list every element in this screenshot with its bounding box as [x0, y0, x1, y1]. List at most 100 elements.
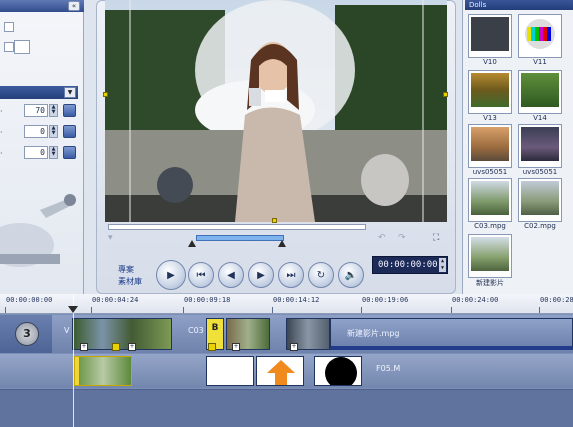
ruler-label: 00:00:04:24	[92, 296, 139, 304]
thumb-label: C02.mpg	[524, 222, 556, 230]
nature-clip-icon	[521, 73, 559, 107]
next-frame-button[interactable]: ▶	[248, 262, 274, 288]
outdoor-clip-icon	[471, 181, 509, 215]
play-button[interactable]: ▶	[156, 260, 186, 290]
option-checkbox-2[interactable]	[4, 42, 14, 52]
trim-end-handle[interactable]	[278, 240, 286, 247]
thumb-label: V10	[483, 58, 497, 66]
trim-start-handle[interactable]	[188, 240, 196, 247]
clip-separator-icon[interactable]: +	[290, 343, 298, 351]
options-dropdown-bar[interactable]: ▼	[0, 86, 78, 99]
project-mode-label[interactable]: 專案	[118, 264, 134, 275]
preview-frame	[105, 0, 447, 222]
nature-clip-icon	[471, 73, 509, 107]
numeric-row-3: · 0 ▲ ▼	[0, 146, 84, 160]
time-ruler[interactable]: 00:00:00:00 00:00:04:24 00:00:09:18 00:0…	[0, 294, 573, 314]
numeric-row-2: · 0 ▲ ▼	[0, 125, 84, 139]
preview-video	[105, 0, 447, 222]
ruler-label: 00:00:24:00	[452, 296, 499, 304]
timecode-spinner[interactable]: ▲ ▼	[439, 258, 446, 272]
thumb-label: V11	[533, 58, 547, 66]
end-button[interactable]: ⏭	[278, 262, 304, 288]
collapse-button[interactable]: «	[68, 1, 80, 11]
library-thumb-c03[interactable]	[468, 178, 512, 222]
clip-separator-icon[interactable]: +	[80, 343, 88, 351]
redo-icon[interactable]: ↷	[398, 233, 406, 243]
library-thumb-new-movie[interactable]	[468, 234, 512, 278]
repeat-button[interactable]: ↻	[308, 262, 334, 288]
apply-button-2[interactable]	[63, 125, 76, 138]
film-reel-icon[interactable]: 3	[15, 322, 39, 346]
crop-handle-bottom[interactable]	[272, 218, 277, 223]
color-bars-icon	[525, 19, 555, 49]
overlay-clip-1[interactable]	[74, 356, 132, 386]
outdoor-clip-icon	[521, 181, 559, 215]
overlay-clip-mask[interactable]	[314, 356, 362, 386]
video-track: 3 V + + C03 B + + 新建影片.mpg	[0, 315, 573, 353]
ruler-tick	[539, 307, 540, 313]
library-thumb-c02[interactable]	[518, 178, 562, 222]
ruler-tick	[5, 307, 6, 313]
overlay-clip-arrow[interactable]	[256, 356, 304, 386]
playhead[interactable]	[73, 294, 74, 427]
numeric-input-2[interactable]: 0	[24, 125, 48, 138]
video-clip-new-movie[interactable]: 新建影片.mpg	[330, 318, 573, 350]
row-marker: ·	[0, 107, 3, 116]
previous-frame-button[interactable]: ◀	[218, 262, 244, 288]
library-thumb-v11[interactable]	[518, 14, 562, 58]
blank-frame-icon	[471, 17, 509, 51]
spinner-3[interactable]: ▲ ▼	[49, 146, 58, 159]
apply-button-1[interactable]	[63, 104, 76, 117]
volume-button[interactable]: 🔈	[338, 262, 364, 288]
clip-label-c03: C03	[188, 326, 204, 335]
option-field[interactable]	[14, 40, 30, 54]
trim-range[interactable]	[196, 235, 284, 241]
library-thumb-uvs05051-a[interactable]	[468, 124, 512, 168]
children-clip-icon	[471, 127, 509, 161]
ruler-label: 00:00:19:06	[362, 296, 409, 304]
thumb-label: uvs05051	[522, 168, 558, 176]
library-thumb-v13[interactable]	[468, 70, 512, 114]
spinner-2[interactable]: ▲ ▼	[49, 125, 58, 138]
crop-handle-left[interactable]	[103, 92, 108, 97]
spinner-1[interactable]: ▲ ▼	[49, 104, 58, 117]
fx-marker[interactable]	[208, 343, 216, 351]
timecode-display[interactable]: 00:00:00:00 ▲ ▼	[372, 256, 448, 274]
crop-handle-right[interactable]	[443, 92, 448, 97]
pin-icon[interactable]: ▾	[108, 233, 113, 243]
home-button[interactable]: ⏮	[188, 262, 214, 288]
library-thumb-v10[interactable]	[468, 14, 512, 58]
chevron-down-icon[interactable]: ▼	[64, 87, 76, 98]
clip-mode-label[interactable]: 素材庫	[118, 276, 142, 287]
numeric-row-1: · 70 ▲ ▼	[0, 104, 84, 118]
ruler-label: 00:00:14:12	[273, 296, 320, 304]
library-thumb-uvs05051-b[interactable]	[518, 124, 562, 168]
previous-frame-icon: ◀	[227, 269, 235, 281]
preview-progress-bar[interactable]	[108, 224, 366, 230]
overlay-clip-label: F05.M	[376, 364, 401, 373]
fx-marker[interactable]	[112, 343, 120, 351]
option-checkbox-1[interactable]	[4, 22, 14, 32]
numeric-input-1[interactable]: 70	[24, 104, 48, 117]
fullscreen-icon[interactable]: ⛶	[433, 233, 439, 243]
row-marker: ·	[0, 128, 3, 137]
children-clip-icon	[521, 127, 559, 161]
undo-icon[interactable]: ↶	[378, 233, 386, 243]
clip-separator-icon[interactable]: +	[232, 343, 240, 351]
library-thumb-v14[interactable]	[518, 70, 562, 114]
next-frame-icon: ▶	[257, 269, 265, 281]
play-icon: ▶	[167, 269, 175, 281]
overlay-clip-white[interactable]	[206, 356, 254, 386]
ruler-tick	[361, 307, 362, 313]
outdoor-clip-icon	[471, 237, 509, 271]
clip-separator-icon[interactable]: +	[128, 343, 136, 351]
row-marker: ·	[0, 149, 3, 158]
video-track-header: 3	[0, 315, 52, 353]
decorative-graphic	[0, 194, 76, 267]
up-arrow-icon	[267, 360, 295, 385]
library-header: Dolls	[465, 0, 573, 10]
numeric-input-3[interactable]: 0	[24, 146, 48, 159]
apply-button-3[interactable]	[63, 146, 76, 159]
playhead-handle[interactable]	[68, 306, 78, 313]
mask-shape-icon	[325, 357, 357, 385]
